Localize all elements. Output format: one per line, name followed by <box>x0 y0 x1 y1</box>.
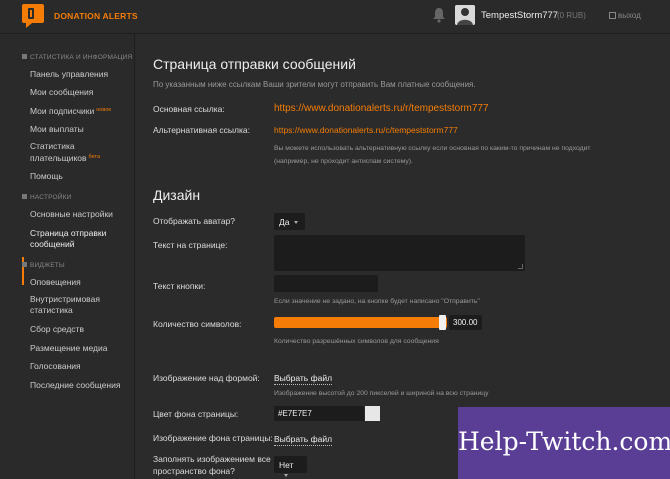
page-text-label: Текст на странице: <box>153 240 228 250</box>
sidebar-item-stream-stats[interactable]: Внутристримовая статистика <box>30 294 110 316</box>
alt-link-note-line1: Вы можете использовать альтернативную сс… <box>274 145 591 152</box>
sidebar-item-label: Мои выплаты <box>30 124 84 134</box>
show-avatar-select[interactable]: Да <box>274 213 305 230</box>
sidebar-item-label: Панель управления <box>30 69 109 79</box>
show-avatar-label: Отображать аватар? <box>153 216 236 226</box>
main-link-label: Основная ссылка: <box>153 104 225 114</box>
watermark-text: Help-Twitch.com <box>458 427 670 456</box>
button-text-note: Если значение не задано, на кнопке будет… <box>274 298 480 305</box>
alt-link-note: Вы можете использовать альтернативную сс… <box>274 142 591 168</box>
header-image-note: Изображение высотой до 200 пикселей и ши… <box>274 390 489 397</box>
sidebar-section-stats: СТАТИСТИКА И ИНФОРМАЦИЯ <box>22 54 132 61</box>
design-title: Дизайн <box>153 187 201 203</box>
char-count-slider[interactable] <box>274 317 447 328</box>
sidebar-item-help[interactable]: Помощь <box>30 171 134 182</box>
header-image-label: Изображение над формой: <box>153 373 260 383</box>
sidebar-section-settings: НАСТРОЙКИ <box>22 194 72 201</box>
page-title: Страница отправки сообщений <box>153 56 356 72</box>
sidebar-item-polls[interactable]: Голосования <box>30 361 134 372</box>
button-text-input[interactable] <box>274 275 378 292</box>
settings-icon <box>22 194 27 199</box>
sidebar-item-messages[interactable]: Мои сообщения <box>30 87 134 98</box>
sidebar-item-label: Мои сообщения <box>30 87 94 97</box>
bg-color-input[interactable]: #E7E7E7 <box>274 406 364 421</box>
char-count-value[interactable]: 300.00 <box>449 315 482 330</box>
logout-icon <box>609 12 616 19</box>
logout-label: выход <box>618 11 641 20</box>
fill-bg-select[interactable]: Нет <box>274 456 307 477</box>
chevron-down-icon <box>294 221 299 224</box>
sidebar-item-label: Последние сообщения <box>30 380 121 390</box>
alt-link-label: Альтернативная ссылка: <box>153 125 250 135</box>
resize-handle-icon[interactable] <box>518 264 523 269</box>
sidebar-item-label: Мои подписчики <box>30 106 95 116</box>
show-avatar-value: Да <box>279 217 290 227</box>
page-text-input[interactable] <box>274 235 525 271</box>
chevron-down-icon <box>284 474 288 477</box>
beta-badge: бета <box>88 154 101 160</box>
sidebar-item-fundraising[interactable]: Сбор средств <box>30 324 134 335</box>
header-image-choose-file[interactable]: Выбрать файл <box>274 373 333 385</box>
top-bar: DONATION ALERTS TempestStorm777 (0 RUB) … <box>0 0 670 34</box>
avatar[interactable] <box>455 5 475 25</box>
stats-icon <box>22 54 27 59</box>
avatar-image <box>455 5 475 25</box>
bg-image-label: Изображение фона страницы: <box>153 433 273 443</box>
sidebar-item-label: Размещение медиа <box>30 343 108 353</box>
username[interactable]: TempestStorm777 <box>481 10 558 21</box>
bg-color-swatch[interactable] <box>365 406 380 421</box>
sidebar-section-title: НАСТРОЙКИ <box>30 194 72 201</box>
new-badge: новое <box>96 107 112 113</box>
sidebar-item-label: Помощь <box>30 171 63 181</box>
sidebar-item-last-messages[interactable]: Последние сообщения <box>30 380 134 391</box>
bg-color-label: Цвет фона страницы: <box>153 409 239 419</box>
sidebar-item-subscribers[interactable]: Мои подписчики новое <box>30 105 134 117</box>
char-count-label: Количество символов: <box>153 319 242 329</box>
sidebar-item-label: Голосования <box>30 361 81 371</box>
sidebar-item-label: Внутристримовая статистика <box>30 294 100 315</box>
logout-link[interactable]: выход <box>609 11 641 20</box>
balance: (0 RUB) <box>557 11 586 20</box>
fill-bg-label: Заполнять изображением все пространство … <box>153 454 271 476</box>
button-text-label: Текст кнопки: <box>153 281 206 291</box>
bell-icon[interactable] <box>432 7 446 23</box>
char-count-slider-handle[interactable] <box>439 315 446 330</box>
sidebar-item-dashboard[interactable]: Панель управления <box>30 69 134 80</box>
sidebar-item-alerts[interactable]: Оповещения <box>30 277 134 288</box>
brand-name[interactable]: DONATION ALERTS <box>54 11 138 21</box>
char-count-note: Количество разрешённых символов для сооб… <box>274 338 439 345</box>
main-link[interactable]: https://www.donationalerts.ru/r/tempests… <box>274 103 489 114</box>
sidebar-item-send-page[interactable]: Страница отправки сообщений <box>30 228 110 250</box>
sidebar-item-main-settings[interactable]: Основные настройки <box>30 209 134 220</box>
sidebar: СТАТИСТИКА И ИНФОРМАЦИЯ Панель управлени… <box>0 34 135 479</box>
fill-bg-value: Нет <box>279 460 294 470</box>
sidebar-section-title: ВИДЖЕТЫ <box>30 262 65 269</box>
sidebar-item-payouts[interactable]: Мои выплаты <box>30 124 134 135</box>
alt-link-note-line2: (например, не проходит антиспам систему)… <box>274 158 413 165</box>
watermark: Help-Twitch.com <box>458 407 670 479</box>
sidebar-section-widgets: ВИДЖЕТЫ <box>22 262 65 269</box>
sidebar-item-label: Сбор средств <box>30 324 84 334</box>
page-description: По указанным ниже ссылкам Ваши зрители м… <box>153 80 476 89</box>
sidebar-item-label: Статистика плательщиков <box>30 141 87 163</box>
sidebar-item-payer-stats[interactable]: Статистика плательщиков бета <box>30 141 110 164</box>
sidebar-item-media[interactable]: Размещение медиа <box>30 343 134 354</box>
alt-link[interactable]: https://www.donationalerts.ru/c/tempests… <box>274 125 458 135</box>
sidebar-item-label: Страница отправки сообщений <box>30 228 107 249</box>
sidebar-item-label: Оповещения <box>30 277 81 287</box>
bg-image-choose-file[interactable]: Выбрать файл <box>274 434 333 446</box>
sidebar-item-label: Основные настройки <box>30 209 113 219</box>
sidebar-section-title: СТАТИСТИКА И ИНФОРМАЦИЯ <box>30 54 133 61</box>
widgets-icon <box>22 262 27 267</box>
donation-alerts-logo[interactable] <box>22 4 44 28</box>
